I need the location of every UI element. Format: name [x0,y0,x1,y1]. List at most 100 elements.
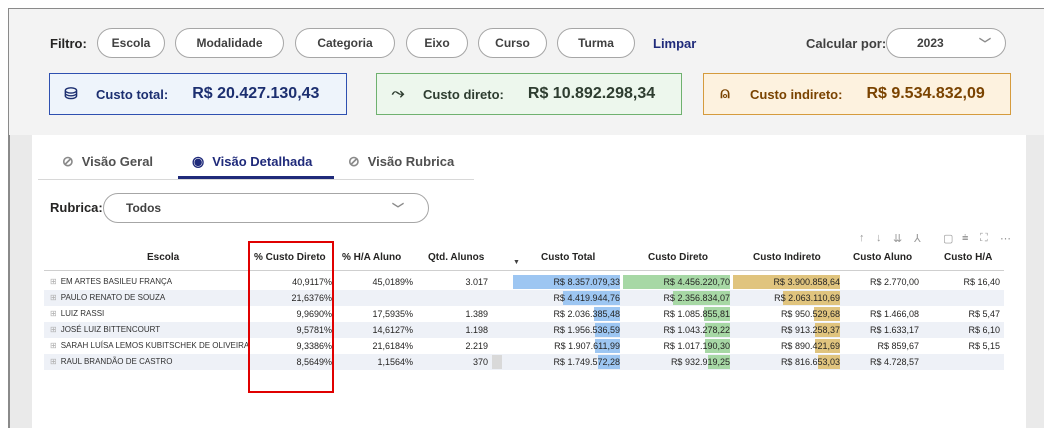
table-row[interactable]: ⊞ RAUL BRANDÃO DE CASTRO 8,5649% 1,1564% 370… [44,354,1004,370]
ha-cell: R$ 16,40 [963,277,1000,287]
calc-by-label: Calcular por: [806,36,887,51]
qtd-cell [388,290,488,306]
more-options-icon[interactable]: ⋯ [1000,232,1011,245]
col-header-custo-indireto[interactable]: Custo Indireto [753,252,821,263]
filter-categoria-button[interactable]: Categoria [295,28,395,58]
tab-visao-rubrica[interactable]: ⊘ Visão Rubrica [348,150,454,172]
escola-name: PAULO RENATO DE SOUZA [60,293,166,302]
ha-cell [900,290,1000,306]
expand-hierarchy-icon[interactable]: ⅄ [914,232,921,245]
table-row[interactable]: ⊞ JOSÉ LUIZ BITTENCOURT 9,5781% 14,6127% 1.1… [44,322,1004,338]
clear-filters-link[interactable]: Limpar [653,36,696,51]
kpi-total-card: ⛁ Custo total: R$ 20.427.130,43 [49,73,347,115]
active-tab-indicator [178,176,334,179]
qtd-cell: 370 [472,357,488,367]
kpi-direto-label: Custo direto: [423,86,504,102]
ha-cell [900,354,1000,370]
expand-row-icon[interactable]: ⊞ [50,325,57,334]
tab-visao-geral[interactable]: ⊘ Visão Geral [62,150,153,172]
col-header-escola[interactable]: Escola [147,252,179,263]
col-header-custo-total[interactable]: Custo Total [541,252,595,263]
kpi-direto-card: ⤳ Custo direto: R$ 10.892.298,34 [376,73,682,115]
kpi-direto-value: R$ 10.892.298,34 [527,85,656,102]
table-header-divider [44,270,1004,271]
chevron-down-icon: ﹀ [391,202,404,216]
filter-curso-button[interactable]: Curso [478,28,547,58]
filter-label: Filtro: [50,36,87,51]
col-header-custo-direto[interactable]: Custo Direto [648,252,708,263]
expand-row-icon[interactable]: ⊞ [50,277,57,286]
filter-modalidade-button[interactable]: Modalidade [175,28,284,58]
qtd-databar [492,355,502,369]
total-cell: R$ 8.357.079,33 [553,277,620,287]
ha-cell: R$ 5,47 [968,309,1000,319]
kpi-indireto-label: Custo indireto: [750,86,843,102]
direto-cell: R$ 1.043.278,22 [663,325,730,335]
qtd-cell: 2.219 [465,341,488,351]
total-cell: R$ 1.956.536,59 [553,325,620,335]
year-select[interactable]: 2023 ﹀ [886,28,1006,58]
expand-row-icon[interactable]: ⊞ [50,341,57,350]
escola-name: EM ARTES BASILEU FRANÇA [60,277,173,286]
direto-cell: R$ 1.017.190,30 [663,341,730,351]
direto-cell: R$ 1.085.855,81 [663,309,730,319]
ha-cell: R$ 5,15 [968,341,1000,351]
qtd-cell: 3.017 [465,277,488,287]
col-header-custo-ha[interactable]: Custo H/A [944,252,992,263]
rubrica-select[interactable]: Todos ﹀ [103,193,429,223]
col-header-custo-aluno[interactable]: Custo Aluno [853,252,912,263]
tab-label: Visão Geral [81,153,154,169]
coins-icon: ⛁ [64,86,78,103]
qtd-cell: 1.198 [465,325,488,335]
tab-visao-detalhada[interactable]: ◉ Visão Detalhada [192,150,312,172]
direto-cell: R$ 2.356.834,07 [663,293,730,303]
sort-descending-icon: ▼ [513,259,520,266]
filter-turma-button[interactable]: Turma [557,28,635,58]
ha-cell: R$ 6,10 [968,325,1000,335]
total-cell: R$ 2.036.385,48 [553,309,620,319]
escola-name: SARAH LUÍSA LEMOS KUBITSCHEK DE OLIVEIRA [60,341,250,350]
kpi-indireto-value: R$ 9.534.832,09 [866,85,985,102]
kpi-total-label: Custo total: [96,86,169,102]
expand-row-icon[interactable]: ⊞ [50,357,57,366]
col-header-qtd-alunos[interactable]: Qtd. Alunos [428,252,484,263]
chevron-down-icon: ﹀ [978,37,991,51]
sort-up-icon[interactable]: ↑ [859,232,865,244]
escola-cell: ⊞ JOSÉ LUIZ BITTENCOURT [50,322,160,338]
escola-cell: ⊞ PAULO RENATO DE SOUZA [50,290,165,306]
table-row[interactable]: ⊞ PAULO RENATO DE SOUZA 21,6376% R$ 4.419.9… [44,290,1004,306]
total-cell: R$ 1.749.572,28 [553,357,620,367]
people-icon: ⍝ [720,85,730,102]
arrow-right-icon: ⤳ [391,85,405,102]
escola-cell: ⊞ EM ARTES BASILEU FRANÇA [50,274,172,290]
eye-icon: ◉ [192,152,205,169]
filter-icon[interactable]: ⩧ [962,232,968,245]
table-row[interactable]: ⊞ SARAH LUÍSA LEMOS KUBITSCHEK DE OLIVEIR… [44,338,1004,354]
table-row[interactable]: ⊞ EM ARTES BASILEU FRANÇA 40,9117% 45,0189%… [44,274,1004,290]
escola-name: JOSÉ LUIZ BITTENCOURT [60,325,161,334]
pin-icon[interactable]: ▢ [943,232,953,245]
expand-row-icon[interactable]: ⊞ [50,293,57,302]
rubrica-label: Rubrica: [50,200,103,215]
eye-off-icon: ⊘ [62,152,74,169]
tab-divider [38,179,474,180]
drill-down-icon[interactable]: ⇊ [893,232,902,245]
escola-cell: ⊞ RAUL BRANDÃO DE CASTRO [50,354,172,370]
total-cell: R$ 4.419.944,76 [553,293,620,303]
expand-row-icon[interactable]: ⊞ [50,309,57,318]
focus-mode-icon[interactable]: ⛶ [980,232,988,245]
table-row[interactable]: ⊞ LUIZ RASSI 9,9690% 17,5935% 1.389 R$ 2.036.… [44,306,1004,322]
escola-cell: ⊞ SARAH LUÍSA LEMOS KUBITSCHEK DE OLIVEIR… [50,338,249,354]
direto-cell: R$ 932.919,25 [670,357,730,367]
tab-label: Visão Detalhada [212,153,313,169]
filter-escola-button[interactable]: Escola [97,28,165,58]
sort-down-icon[interactable]: ↓ [876,232,882,244]
escola-name: RAUL BRANDÃO DE CASTRO [60,357,173,366]
eye-off-icon: ⊘ [348,152,360,169]
filter-eixo-button[interactable]: Eixo [406,28,468,58]
kpi-total-value: R$ 20.427.130,43 [192,85,320,102]
direto-cell: R$ 4.456.220,70 [663,277,730,287]
kpi-indireto-card: ⍝ Custo indireto: R$ 9.534.832,09 [703,73,1011,115]
col-header-pct-ha-aluno[interactable]: % H/A Aluno [342,252,401,263]
rubrica-value: Todos [126,201,162,215]
